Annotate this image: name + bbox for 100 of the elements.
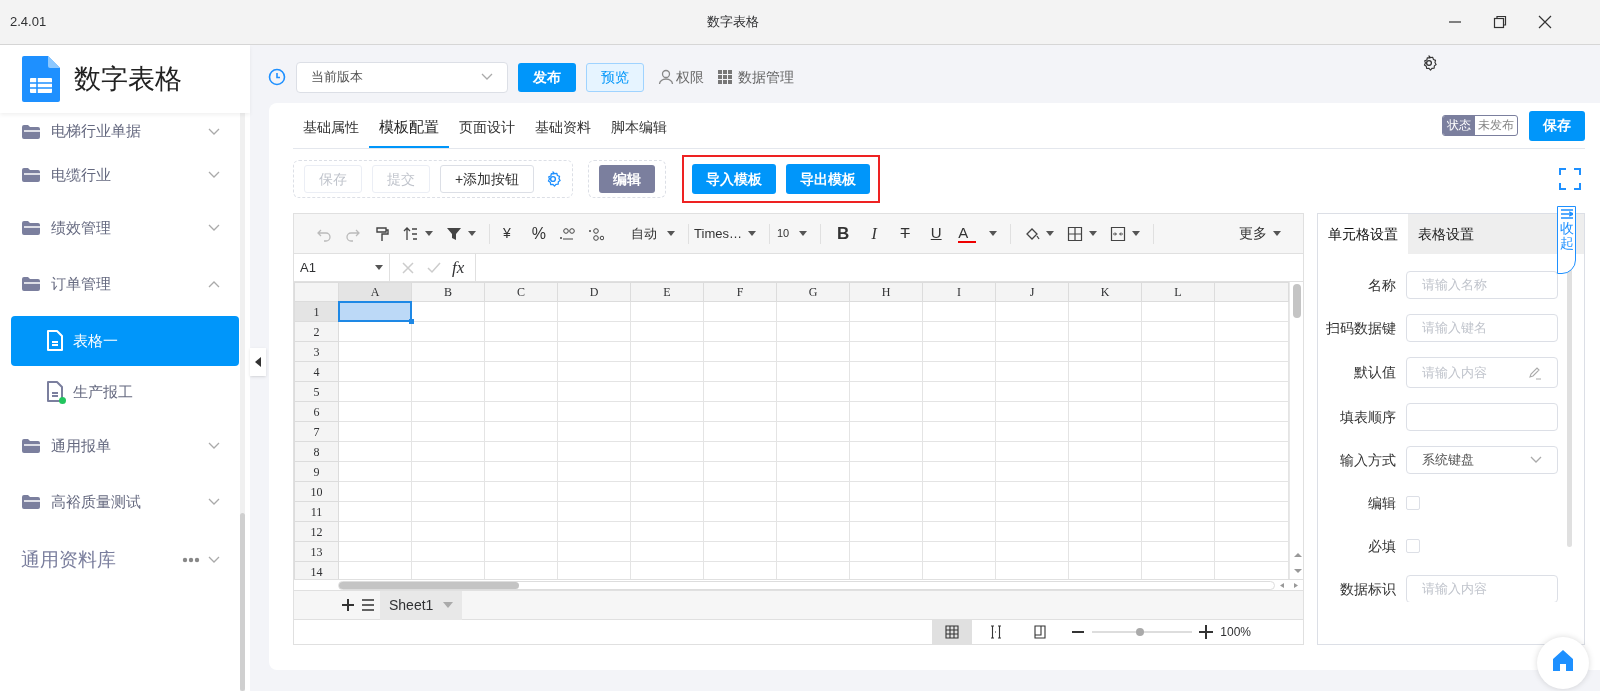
chevron-down-icon[interactable] (208, 127, 220, 136)
bold-button[interactable]: B (834, 220, 853, 247)
row-header[interactable]: 10 (294, 481, 339, 502)
folder-item[interactable]: 电梯行业单据 (0, 113, 250, 150)
column-header[interactable]: C (484, 282, 558, 302)
caret-icon[interactable] (1273, 231, 1281, 236)
editor-tab[interactable]: 基础资料 (525, 108, 601, 148)
font-size-select[interactable]: 10 (776, 225, 808, 242)
row-header[interactable]: 8 (294, 441, 339, 462)
filter-icon[interactable] (446, 225, 462, 242)
merge-cells-icon[interactable] (1110, 225, 1127, 242)
chevron-down-icon[interactable] (208, 498, 220, 506)
cell-reference-field[interactable]: A1 (294, 254, 390, 281)
edit-button[interactable]: 编辑 (599, 165, 656, 193)
more-icon[interactable] (182, 557, 200, 563)
editor-tab[interactable]: 模板配置 (369, 108, 449, 148)
number-format-select[interactable]: 自动 (631, 223, 676, 244)
view-button[interactable] (932, 620, 973, 644)
column-header[interactable]: J (995, 282, 1069, 302)
action-button[interactable]: +添加按钮 (440, 165, 535, 193)
zoom-slider-thumb[interactable] (1136, 628, 1145, 636)
fullscreen-icon[interactable] (1559, 168, 1581, 190)
scrollbar-thumb[interactable] (339, 581, 519, 589)
column-header[interactable]: I (922, 282, 996, 302)
editor-tab[interactable]: 脚本编辑 (601, 108, 677, 148)
column-header[interactable]: G (776, 282, 850, 302)
scrollbar-thumb[interactable] (240, 513, 245, 691)
chevron-up-icon[interactable] (208, 280, 220, 288)
row-header[interactable]: 12 (294, 521, 339, 542)
data-management-link[interactable]: 数据管理 (738, 66, 794, 88)
chevron-down-icon[interactable] (208, 171, 220, 179)
select-field[interactable]: 系统键盘 (1406, 446, 1558, 474)
chevron-down-icon[interactable] (208, 556, 220, 564)
chevron-down-icon[interactable] (1530, 456, 1542, 464)
column-header[interactable]: F (703, 282, 777, 302)
more-menu[interactable]: 更多 (1239, 223, 1281, 244)
selected-cell[interactable] (338, 301, 412, 322)
row-header[interactable]: 11 (294, 501, 339, 522)
paint-roller-icon[interactable] (374, 225, 390, 242)
currency-button[interactable]: ¥ (503, 223, 511, 244)
column-header[interactable]: B (411, 282, 485, 302)
folder-item[interactable]: 订单管理 (0, 256, 250, 312)
panel-tab[interactable]: 表格设置 (1408, 214, 1484, 254)
row-header[interactable]: 6 (294, 401, 339, 422)
caret-icon[interactable] (1046, 231, 1055, 236)
column-header[interactable]: D (557, 282, 631, 302)
editor-tab[interactable]: 基础属性 (293, 108, 369, 148)
caret-icon[interactable] (1089, 231, 1098, 236)
chevron-down-icon[interactable] (208, 442, 220, 450)
row-header[interactable]: 2 (294, 321, 339, 342)
underline-button[interactable]: U (927, 222, 946, 245)
chevron-down-icon[interactable] (208, 224, 220, 232)
permissions-link[interactable]: 权限 (676, 66, 704, 88)
percent-button[interactable]: % (531, 221, 547, 246)
column-header[interactable]: L (1141, 282, 1215, 302)
column-header[interactable]: K (1068, 282, 1142, 302)
scrollbar-thumb[interactable] (1567, 269, 1572, 547)
collapse-handle[interactable] (250, 348, 266, 376)
column-header[interactable]: A (338, 282, 412, 302)
zoom-in-icon[interactable] (1198, 624, 1215, 640)
close-icon[interactable] (1538, 15, 1552, 29)
column-header[interactable]: H (849, 282, 923, 302)
column-header[interactable]: E (630, 282, 704, 302)
text-field[interactable] (1406, 403, 1558, 431)
caret-icon[interactable] (1132, 231, 1141, 236)
sheet-list-icon[interactable] (360, 597, 374, 613)
scrollbar-thumb[interactable] (1292, 284, 1301, 318)
add-sheet-icon[interactable] (340, 597, 354, 613)
increase-decimal-icon[interactable] (588, 225, 605, 242)
editor-tab[interactable]: 页面设计 (449, 108, 525, 148)
row-header[interactable]: 13 (294, 541, 339, 562)
library-item[interactable]: 通用资料库 (0, 530, 250, 590)
folder-item[interactable]: 绩效管理 (0, 200, 250, 256)
restore-icon[interactable] (1493, 15, 1507, 29)
caret-icon[interactable] (799, 231, 808, 236)
font-select[interactable]: Times… (694, 223, 756, 244)
caret-icon[interactable] (667, 231, 676, 236)
home-button[interactable] (1537, 637, 1589, 689)
italic-button[interactable]: I (865, 221, 884, 246)
caret-icon[interactable] (989, 231, 998, 236)
row-header[interactable]: 4 (294, 361, 339, 382)
pencil-icon[interactable] (1528, 365, 1542, 380)
row-header[interactable]: 9 (294, 461, 339, 482)
folder-item[interactable]: 电缆行业 (0, 150, 250, 200)
row-header[interactable]: 3 (294, 341, 339, 362)
caret-icon[interactable] (375, 265, 383, 270)
caret-icon[interactable] (425, 231, 433, 236)
checkbox[interactable] (1406, 496, 1420, 510)
folder-item[interactable]: 高裕质量测试 (0, 474, 250, 530)
folder-item[interactable]: 通用报单 (0, 418, 250, 474)
caret-icon[interactable] (747, 231, 756, 236)
caret-icon[interactable] (468, 231, 476, 236)
version-select[interactable]: 当前版本 (296, 61, 508, 93)
checkbox[interactable] (1406, 539, 1420, 553)
strikethrough-button[interactable]: T (896, 222, 915, 245)
sheet-tab[interactable]: Sheet1 (380, 590, 463, 620)
panel-tab[interactable]: 单元格设置 (1318, 214, 1408, 254)
border-icon[interactable] (1067, 225, 1084, 242)
sidebar-item[interactable]: 生产报工 (11, 366, 239, 418)
chevron-down-icon[interactable] (481, 73, 493, 81)
